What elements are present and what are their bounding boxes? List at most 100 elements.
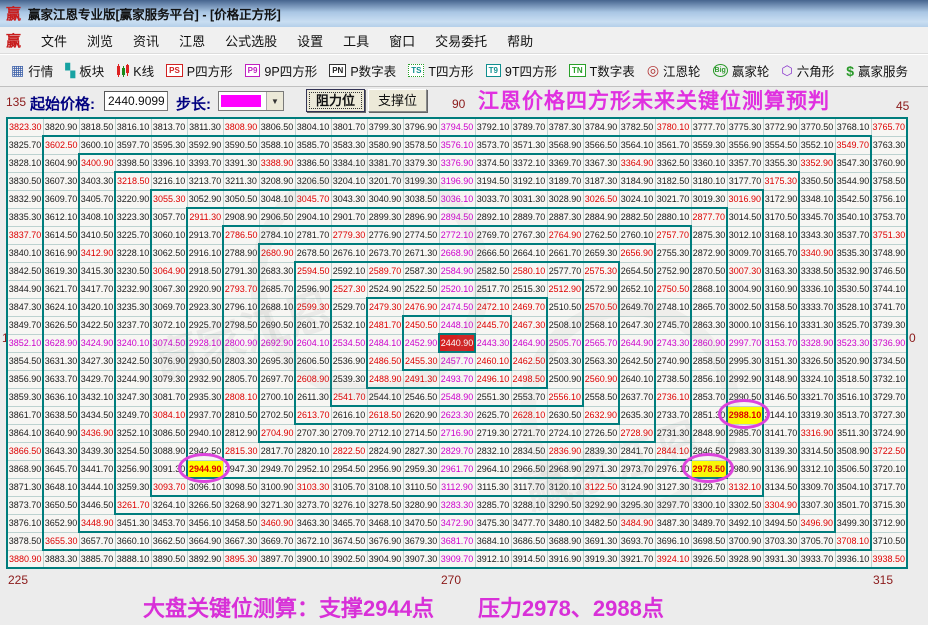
grid-cell: 2539.30 <box>330 369 368 389</box>
grid-cell: 3763.30 <box>870 135 908 155</box>
grid-cell: 3902.50 <box>330 549 368 569</box>
grid-cell: 3808.90 <box>222 117 260 137</box>
grid-cell: 3324.10 <box>798 369 836 389</box>
toolbar-item-11[interactable]: ⬡ 六角形 <box>776 58 841 83</box>
grid-cell: 3206.50 <box>294 171 332 191</box>
menu-item-8[interactable]: 交易委托 <box>425 27 497 54</box>
grid-cell: 3247.30 <box>114 387 152 407</box>
resistance-button[interactable]: 阻力位 <box>306 89 365 112</box>
grid-cell: 3556.90 <box>726 135 764 155</box>
grid-cell: 3652.90 <box>42 513 80 533</box>
grid-cell: 3153.70 <box>762 333 800 353</box>
badge-tn-icon: TN <box>569 64 586 77</box>
grid-cell: 2767.30 <box>510 225 548 245</box>
toolbar-item-6[interactable]: TS T四方形 <box>403 58 480 83</box>
grid-cell: 3364.90 <box>618 153 656 173</box>
grid-cell: 3036.10 <box>438 189 476 209</box>
grid-cell: 2666.50 <box>474 243 512 263</box>
grid-cell: 3583.30 <box>330 135 368 155</box>
grid-cell: 2925.70 <box>186 315 224 335</box>
grid-cell: 3016.90 <box>726 189 764 209</box>
grid-cell: 3451.30 <box>114 513 152 533</box>
grid-cell: 2505.70 <box>546 333 584 353</box>
grid-cell: 2534.50 <box>330 333 368 353</box>
grid-cell: 3165.70 <box>762 243 800 263</box>
grid-cell: 3631.30 <box>42 351 80 371</box>
grid-cell: 2544.10 <box>366 387 404 407</box>
start-price-input[interactable] <box>104 91 168 111</box>
grid-cell: 2515.30 <box>510 279 548 299</box>
menu-item-6[interactable]: 工具 <box>333 27 379 54</box>
chevron-down-icon[interactable]: ▼ <box>266 92 283 110</box>
grid-cell: 3758.50 <box>870 171 908 191</box>
grid-cell: 3271.30 <box>258 495 296 515</box>
grid-cell: 3772.90 <box>762 117 800 137</box>
grid-cell: 3876.10 <box>6 513 44 533</box>
angle-label-225: 225 <box>8 573 29 587</box>
menu-item-3[interactable]: 江恩 <box>169 27 215 54</box>
angle-label-135: 135 <box>6 95 27 109</box>
grid-cell: 3124.90 <box>618 477 656 497</box>
grid-cell: 3180.10 <box>690 171 728 191</box>
toolbar-item-5[interactable]: PN P数字表 <box>324 58 403 83</box>
grid-cell: 3489.70 <box>690 513 728 533</box>
grid-cell: 3770.50 <box>798 117 836 137</box>
grid-cell: 2736.10 <box>654 387 692 407</box>
grid-cell: 2856.10 <box>690 369 728 389</box>
grid-cell: 3933.70 <box>798 549 836 569</box>
menu-item-5[interactable]: 设置 <box>287 27 333 54</box>
grid-cell: 3264.10 <box>150 495 188 515</box>
grid-cell: 2493.70 <box>438 369 476 389</box>
support-button[interactable]: 支撑位 <box>368 89 427 112</box>
toolbar-item-10[interactable]: Big 赢家轮 <box>708 58 777 83</box>
grid-cell: 3304.90 <box>762 495 800 515</box>
grid-cell: 3936.10 <box>834 549 872 569</box>
toolbar-item-9[interactable]: ◎ 江恩轮 <box>642 58 708 83</box>
grid-cell: 3888.10 <box>114 549 152 569</box>
grid-cell: 3235.30 <box>114 297 152 317</box>
grid-cell: 3780.10 <box>654 117 692 137</box>
grid-cell: 2952.10 <box>294 459 332 479</box>
menu-item-1[interactable]: 浏览 <box>77 27 123 54</box>
grid-cell: 3410.50 <box>78 225 116 245</box>
menu-item-7[interactable]: 窗口 <box>379 27 425 54</box>
toolbar-item-12[interactable]: $ 赢家服务 <box>841 58 915 83</box>
grid-cell: 3480.10 <box>546 513 584 533</box>
grid-cell: 3112.90 <box>438 477 476 497</box>
grid-cell: 2796.10 <box>222 297 260 317</box>
grid-cell: 3259.30 <box>114 477 152 497</box>
toolbar-item-2[interactable]: K线 <box>111 58 161 83</box>
toolbar-item-4[interactable]: P9 9P四方形 <box>240 58 325 83</box>
badge-t9-icon: T9 <box>485 64 501 77</box>
toolbar-item-1[interactable]: ▚ 板块 <box>60 58 111 83</box>
grid-cell: 2959.30 <box>402 459 440 479</box>
step-dropdown[interactable]: ▼ <box>218 91 284 111</box>
grid-cell: 2740.90 <box>654 351 692 371</box>
grid-cell: 3379.30 <box>402 153 440 173</box>
toolbar-item-7[interactable]: T9 9T四方形 <box>481 58 564 83</box>
menu-item-4[interactable]: 公式选股 <box>215 27 287 54</box>
grid-cell: 3033.70 <box>474 189 512 209</box>
grid-cell: 3679.30 <box>402 531 440 551</box>
toolbar-item-3[interactable]: PS P四方形 <box>161 58 240 83</box>
grid-cell: 2685.70 <box>258 279 296 299</box>
grid-cell: 3595.30 <box>150 135 188 155</box>
grid-cell: 3453.70 <box>150 513 188 533</box>
grid-cell: 3674.50 <box>330 531 368 551</box>
menu-item-0[interactable]: 文件 <box>31 27 77 54</box>
menu-item-9[interactable]: 帮助 <box>497 27 543 54</box>
grid-cell: 2805.70 <box>222 369 260 389</box>
grid-cell: 3573.70 <box>474 135 512 155</box>
toolbar-item-0[interactable]: ▦ 行情 <box>6 58 60 83</box>
grid-cell: 3892.90 <box>186 549 224 569</box>
grid-cell: 2656.90 <box>618 243 656 263</box>
toolbar-item-8[interactable]: TN T数字表 <box>564 58 642 83</box>
menu-item-2[interactable]: 资讯 <box>123 27 169 54</box>
grid-cell: 3511.30 <box>834 423 872 443</box>
grid-cell: 3045.70 <box>294 189 332 209</box>
grid-cell: 2932.90 <box>186 369 224 389</box>
grid-cell: 3590.50 <box>222 135 260 155</box>
grid-cell: 3446.50 <box>78 495 116 515</box>
grid-cell: 3657.70 <box>78 531 116 551</box>
grid-cell: 3381.70 <box>366 153 404 173</box>
